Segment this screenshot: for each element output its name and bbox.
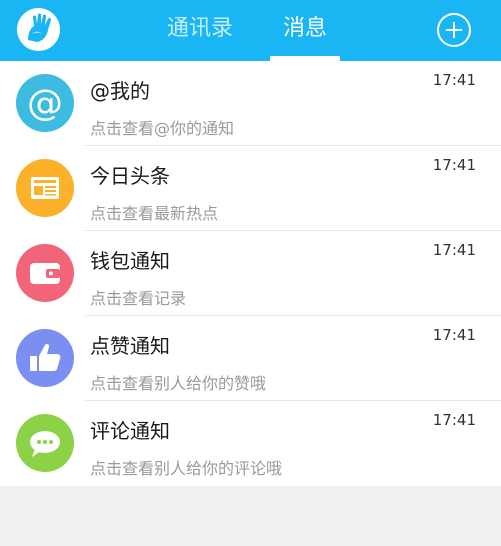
list-item-at-me[interactable]: @ @我的 点击查看@你的通知 17:41: [0, 61, 501, 146]
item-subtitle: 点击查看@你的通知: [90, 119, 235, 138]
at-icon: @: [16, 74, 74, 132]
list-item-wallet[interactable]: 钱包通知 点击查看记录 17:41: [0, 231, 501, 316]
item-subtitle: 点击查看别人给你的赞哦: [90, 374, 267, 393]
tab-contacts[interactable]: 通讯录: [150, 0, 250, 61]
item-time: 17:41: [432, 71, 476, 89]
item-title: 点赞通知: [90, 334, 170, 358]
item-subtitle: 点击查看最新热点: [90, 204, 219, 223]
item-time: 17:41: [432, 411, 476, 429]
thumbs-up-icon: [16, 329, 74, 387]
item-subtitle: 点击查看别人给你的评论哦: [90, 459, 283, 478]
top-bar: 通讯录 消息: [0, 0, 501, 61]
svg-text:@: @: [27, 83, 63, 124]
plus-circle-icon[interactable]: [437, 13, 471, 47]
tab-messages[interactable]: 消息: [270, 0, 340, 61]
item-time: 17:41: [432, 326, 476, 344]
item-time: 17:41: [432, 156, 476, 174]
item-subtitle: 点击查看记录: [90, 289, 187, 308]
message-list: @ @我的 点击查看@你的通知 17:41 今日头条 点击查看最新热点 17:4…: [0, 61, 501, 486]
item-title: 今日头条: [90, 164, 170, 188]
list-item-headlines[interactable]: 今日头条 点击查看最新热点 17:41: [0, 146, 501, 231]
wallet-icon: [16, 244, 74, 302]
newspaper-icon: [16, 159, 74, 217]
item-title: 评论通知: [90, 419, 170, 443]
list-item-comments[interactable]: 评论通知 点击查看别人给你的评论哦 17:41: [0, 401, 501, 486]
hand-logo-icon[interactable]: [17, 8, 60, 51]
item-title: 钱包通知: [90, 249, 170, 273]
empty-background: [0, 488, 501, 546]
chat-bubble-icon: [16, 414, 74, 472]
item-time: 17:41: [432, 241, 476, 259]
item-title: @我的: [90, 79, 150, 103]
list-item-likes[interactable]: 点赞通知 点击查看别人给你的赞哦 17:41: [0, 316, 501, 401]
